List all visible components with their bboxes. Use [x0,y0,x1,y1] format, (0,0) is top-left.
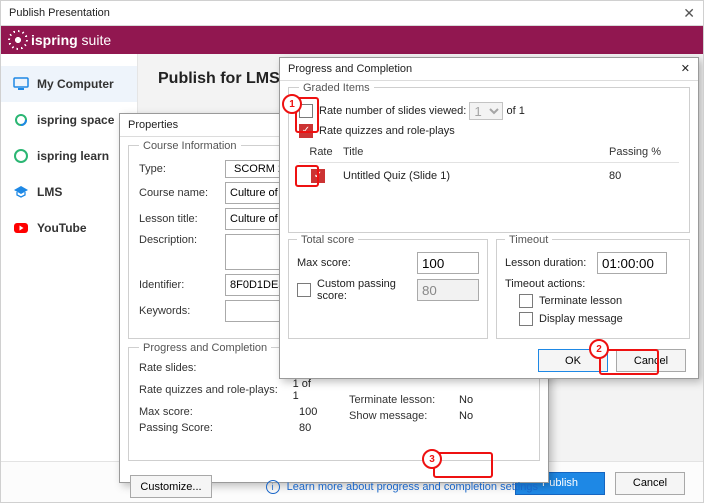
terminate-text: Terminate lesson [539,295,622,307]
rate-slides-checkbox[interactable] [299,104,313,118]
terminate-checkbox[interactable] [519,294,533,308]
graded-head: Graded Items [299,82,374,94]
info-icon: i [266,480,280,494]
sidebar-item-youtube[interactable]: YouTube [1,210,137,246]
show-msg-label: Show message: [349,410,459,422]
brand-logo: ispring suite [11,32,111,48]
total-score-group: Total score Max score: Custom passing sc… [288,239,488,339]
ispring-learn-icon [13,148,29,164]
display-msg-checkbox[interactable] [519,312,533,326]
max-score-value: 100 [299,406,317,418]
brand-text: ispring suite [31,32,111,48]
sidebar: My Computer ispring space ispring learn … [1,54,138,461]
pac-cancel-button[interactable]: Cancel [616,349,686,372]
type-label: Type: [139,163,225,175]
pac-close-icon[interactable]: ✕ [681,58,690,80]
total-head: Total score [297,234,358,246]
customize-button[interactable]: Customize... [130,475,212,498]
max-score-label2: Max score: [297,257,417,269]
terminate-label: Terminate lesson: [349,394,459,406]
rate-quizzes-text: Rate quizzes and role-plays [319,125,455,137]
terminate-value: No [459,394,473,406]
rate-quizzes-checkbox[interactable] [299,124,313,138]
pac-titlebar: Progress and Completion ✕ [280,58,698,81]
pp-title: Publish Presentation [9,1,110,25]
rate-quizzes-row: Rate quizzes and role-plays [299,124,679,138]
sidebar-item-my-computer[interactable]: My Computer [1,66,137,102]
brand-bar: ispring suite [1,26,703,54]
pac-bottom: Total score Max score: Custom passing sc… [280,239,698,339]
pp-titlebar: Publish Presentation ✕ [1,1,703,26]
close-icon[interactable]: ✕ [683,1,695,25]
display-msg-text: Display message [539,313,623,325]
passing-score-value: 80 [299,422,311,434]
monitor-icon [13,76,29,92]
cancel-button[interactable]: Cancel [615,472,685,495]
props-footer: Customize... i Learn more about progress… [120,469,548,503]
max-score-input[interactable] [417,252,479,274]
lesson-title-label: Lesson title: [139,213,225,225]
course-name-label: Course name: [139,187,225,199]
rate-slides-suffix: of 1 [506,105,524,117]
course-info-head: Course Information [139,140,241,152]
col-rate: Rate [299,146,343,158]
timeout-group: Timeout Lesson duration: Timeout actions… [496,239,690,339]
actions-label: Timeout actions: [505,278,585,290]
description-label: Description: [139,234,225,246]
progress-completion-dialog: Progress and Completion ✕ Graded Items R… [279,57,699,379]
item-title: Untitled Quiz (Slide 1) [343,170,609,182]
passing-score-label: Passing Score: [139,422,299,434]
show-msg-value: No [459,410,473,422]
identifier-label: Identifier: [139,279,225,291]
properties-title: Properties [128,114,178,136]
table-header: Rate Title Passing % [299,142,679,163]
col-pass: Passing % [609,146,679,158]
table-row: Untitled Quiz (Slide 1) 80 [299,163,679,189]
rate-slides-count-select: 1 [469,102,503,120]
pac-title: Progress and Completion [288,58,412,80]
custom-pass-checkbox[interactable] [297,283,311,297]
timeout-head: Timeout [505,234,552,246]
sidebar-item-lms[interactable]: LMS [1,174,137,210]
custom-pass-input [417,279,479,301]
graduation-cap-icon [13,184,29,200]
publish-presentation-window: Publish Presentation ✕ ispring suite My … [0,0,704,503]
rate-slides-row: Rate number of slides viewed: 1 of 1 [299,102,679,120]
item-rate-checkbox[interactable] [311,169,325,183]
rate-quizzes-label: Rate quizzes and role-plays: [139,384,293,396]
ispring-space-icon [13,112,29,128]
duration-label: Lesson duration: [505,257,597,269]
col-title: Title [343,146,609,158]
pac-buttons: OK Cancel [280,339,698,382]
rate-slides-text: Rate number of slides viewed: [319,105,466,117]
rate-slides-label: Rate slides: [139,362,299,374]
ispring-sun-icon [11,33,25,47]
item-pass: 80 [609,170,679,182]
custom-pass-label: Custom passing score: [317,278,417,302]
duration-input[interactable] [597,252,667,274]
learn-more-link[interactable]: Learn more about progress and completion… [287,481,538,493]
youtube-icon [13,220,29,236]
graded-items-group: Graded Items Rate number of slides viewe… [288,87,690,233]
max-score-label: Max score: [139,406,299,418]
pc-head: Progress and Completion [139,342,271,354]
sidebar-item-ispring-space[interactable]: ispring space [1,102,137,138]
sidebar-item-ispring-learn[interactable]: ispring learn [1,138,137,174]
ok-button[interactable]: OK [538,349,608,372]
keywords-label: Keywords: [139,305,225,317]
